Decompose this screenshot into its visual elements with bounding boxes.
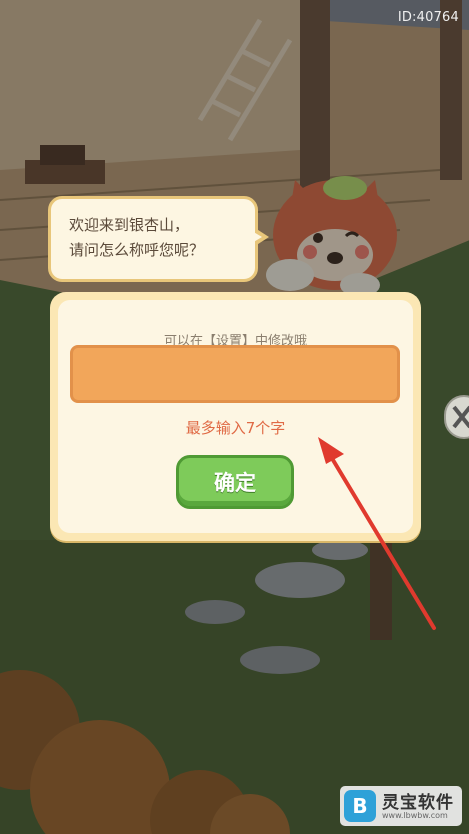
watermark-url: www.lbwbw.com	[382, 811, 448, 820]
watermark-title: 灵宝软件	[382, 793, 454, 813]
watermark-logo-icon: B	[344, 790, 376, 822]
annotation-arrow	[318, 437, 436, 630]
watermark-logo: B 灵宝软件 www.lbwbw.com	[340, 786, 462, 826]
